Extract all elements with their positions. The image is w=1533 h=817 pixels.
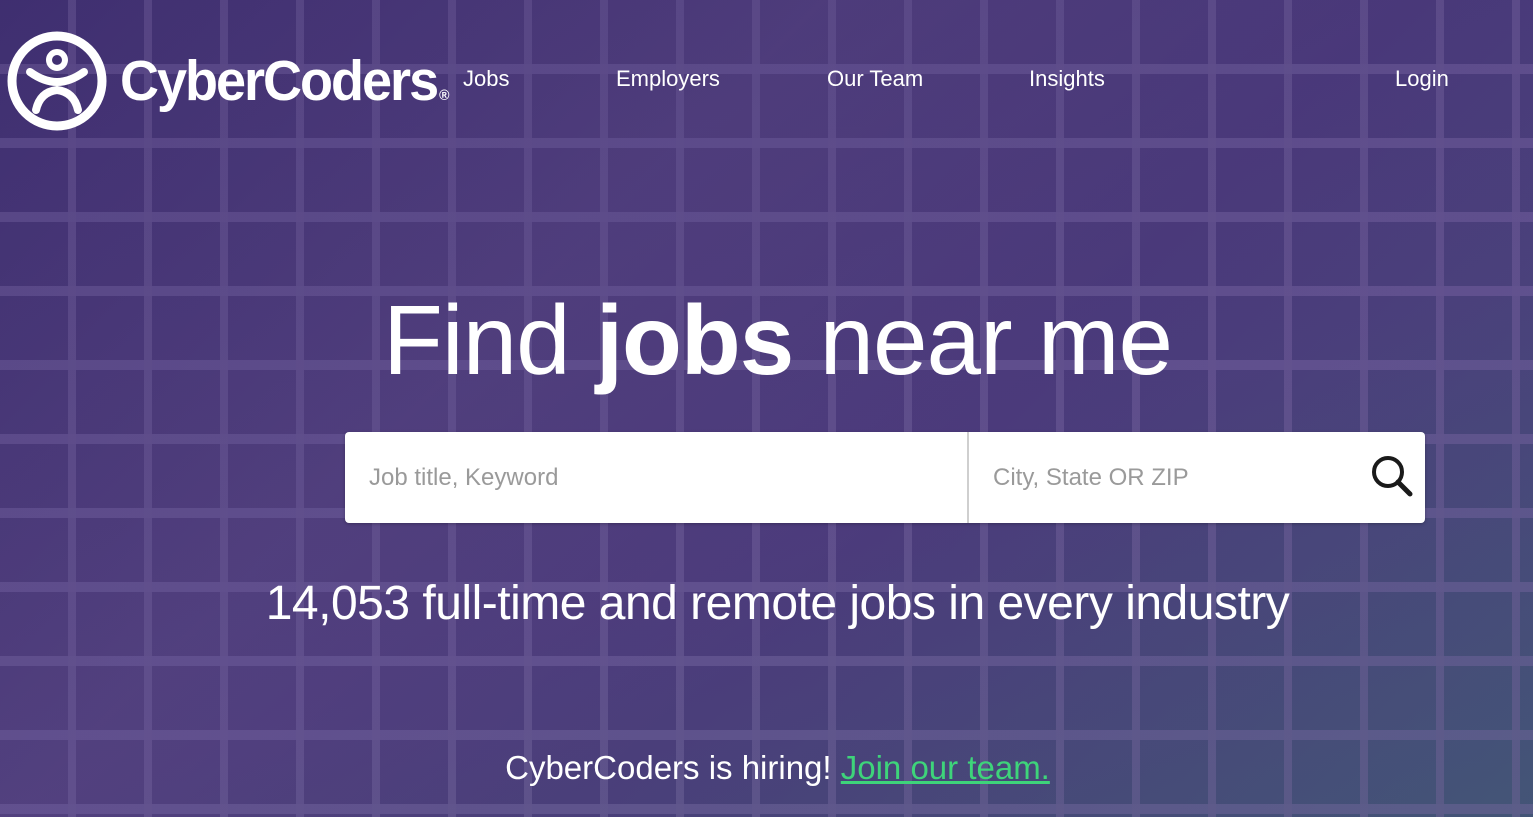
nav-insights[interactable]: Insights — [1029, 66, 1105, 92]
headline-suffix: near me — [793, 285, 1174, 395]
main-nav: Jobs Employers Our Team Insights Login — [0, 66, 1533, 98]
site-header: CyberCoders ® Jobs Employers Our Team Ins… — [0, 0, 1533, 165]
hero-headline: Find jobs near me — [0, 280, 1533, 400]
join-team-link[interactable]: Join our team. — [841, 749, 1050, 786]
location-input[interactable] — [969, 432, 1359, 523]
hiring-banner: CyberCoders is hiring! Join our team. — [0, 746, 1533, 790]
nav-our-team[interactable]: Our Team — [827, 66, 923, 92]
headline-prefix: Find — [382, 285, 596, 395]
job-search-form — [345, 432, 1425, 523]
keyword-input[interactable] — [345, 432, 967, 523]
nav-login[interactable]: Login — [1395, 66, 1449, 92]
nav-employers[interactable]: Employers — [616, 66, 720, 92]
nav-jobs[interactable]: Jobs — [463, 66, 509, 92]
hiring-text: CyberCoders is hiring! — [505, 749, 841, 786]
search-icon — [1369, 453, 1415, 502]
headline-bold: jobs — [595, 285, 794, 395]
search-button[interactable] — [1359, 432, 1425, 523]
job-count-subheadline: 14,053 full-time and remote jobs in ever… — [265, 577, 1290, 630]
